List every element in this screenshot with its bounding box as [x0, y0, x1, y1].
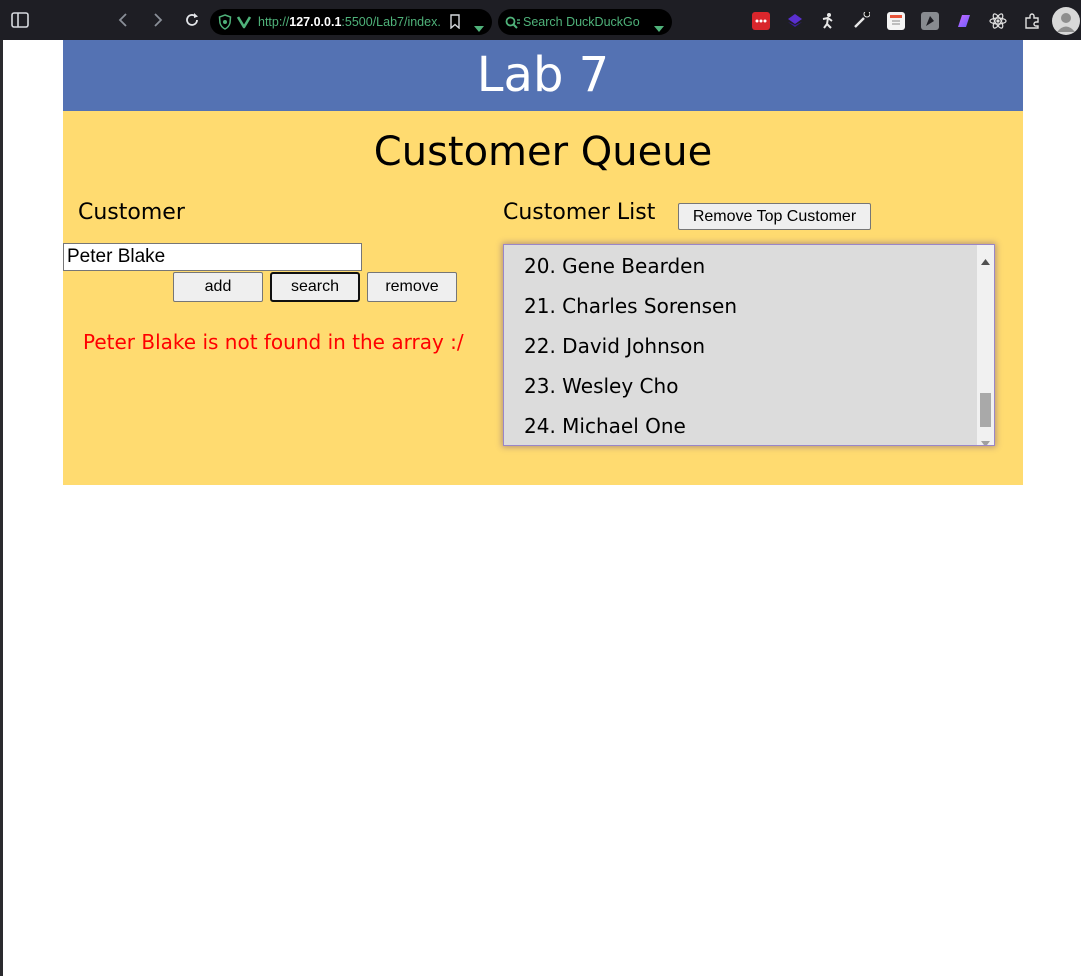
scroll-up-arrow-icon[interactable]: [981, 250, 990, 269]
list-item: 24. Michael One: [524, 414, 686, 438]
list-item: 20. Gene Bearden: [524, 254, 706, 278]
sidebar-panel-icon[interactable]: [10, 10, 30, 30]
url-path: :5500/Lab7/index.: [341, 15, 441, 29]
queue-panel: Customer Queue Customer add search remov…: [63, 111, 1023, 485]
search-button[interactable]: search: [270, 272, 360, 302]
add-button[interactable]: add: [173, 272, 263, 302]
search-placeholder[interactable]: Search DuckDuckGo: [523, 14, 643, 30]
customer-list-items: 20. Gene Bearden 21. Charles Sorensen 22…: [524, 252, 738, 445]
lastpass-extension-icon[interactable]: [752, 12, 770, 30]
search-result-message: Peter Blake is not found in the array :/: [83, 330, 464, 354]
forward-icon[interactable]: [149, 10, 167, 30]
chevron-down-icon[interactable]: [474, 18, 484, 37]
list-scrollbar[interactable]: [977, 245, 994, 445]
address-bar[interactable]: http://127.0.0.1:5500/Lab7/index.: [210, 9, 492, 35]
layers-extension-icon[interactable]: [786, 12, 804, 30]
react-extension-icon[interactable]: [989, 12, 1007, 30]
search-icon: [505, 15, 521, 34]
page-header: Lab 7: [63, 40, 1023, 111]
window-edge: [0, 40, 3, 976]
list-item: 22. David Johnson: [524, 334, 706, 358]
url-host: 127.0.0.1: [289, 15, 342, 29]
customer-list-label: Customer List: [503, 200, 656, 225]
gradient-extension-icon[interactable]: [955, 12, 973, 30]
kite-extension-icon[interactable]: [921, 12, 939, 30]
section-heading: Customer Queue: [373, 129, 713, 175]
figure-extension-icon[interactable]: [819, 12, 837, 30]
color-picker-extension-icon[interactable]: [852, 10, 871, 30]
url-prefix: http://: [258, 15, 290, 29]
back-icon[interactable]: [114, 10, 132, 30]
customer-list[interactable]: 20. Gene Bearden 21. Charles Sorensen 22…: [503, 244, 995, 446]
scroll-down-arrow-icon[interactable]: [981, 432, 990, 445]
reload-icon[interactable]: [182, 10, 202, 30]
customer-input[interactable]: [63, 243, 362, 271]
remove-top-customer-button[interactable]: Remove Top Customer: [678, 203, 871, 230]
url-text[interactable]: http://127.0.0.1:5500/Lab7/index.: [258, 14, 448, 30]
puzzle-extensions-icon[interactable]: [1023, 12, 1041, 30]
notes-extension-icon[interactable]: [887, 12, 905, 30]
bookmark-icon[interactable]: [450, 14, 460, 33]
chevron-down-icon[interactable]: [654, 18, 664, 37]
remove-button[interactable]: remove: [367, 272, 457, 302]
browser-toolbar: http://127.0.0.1:5500/Lab7/index. Search…: [0, 0, 1081, 40]
profile-avatar[interactable]: [1052, 7, 1080, 35]
search-engine-bar[interactable]: Search DuckDuckGo: [498, 9, 672, 35]
scrollbar-thumb[interactable]: [980, 393, 991, 427]
list-item: 23. Wesley Cho: [524, 374, 679, 398]
page-title: Lab 7: [476, 47, 610, 103]
list-item: 21. Charles Sorensen: [524, 294, 738, 318]
shield-icon[interactable]: [218, 14, 232, 34]
vivaldi-logo-icon: [236, 14, 252, 34]
customer-label: Customer: [78, 200, 185, 225]
